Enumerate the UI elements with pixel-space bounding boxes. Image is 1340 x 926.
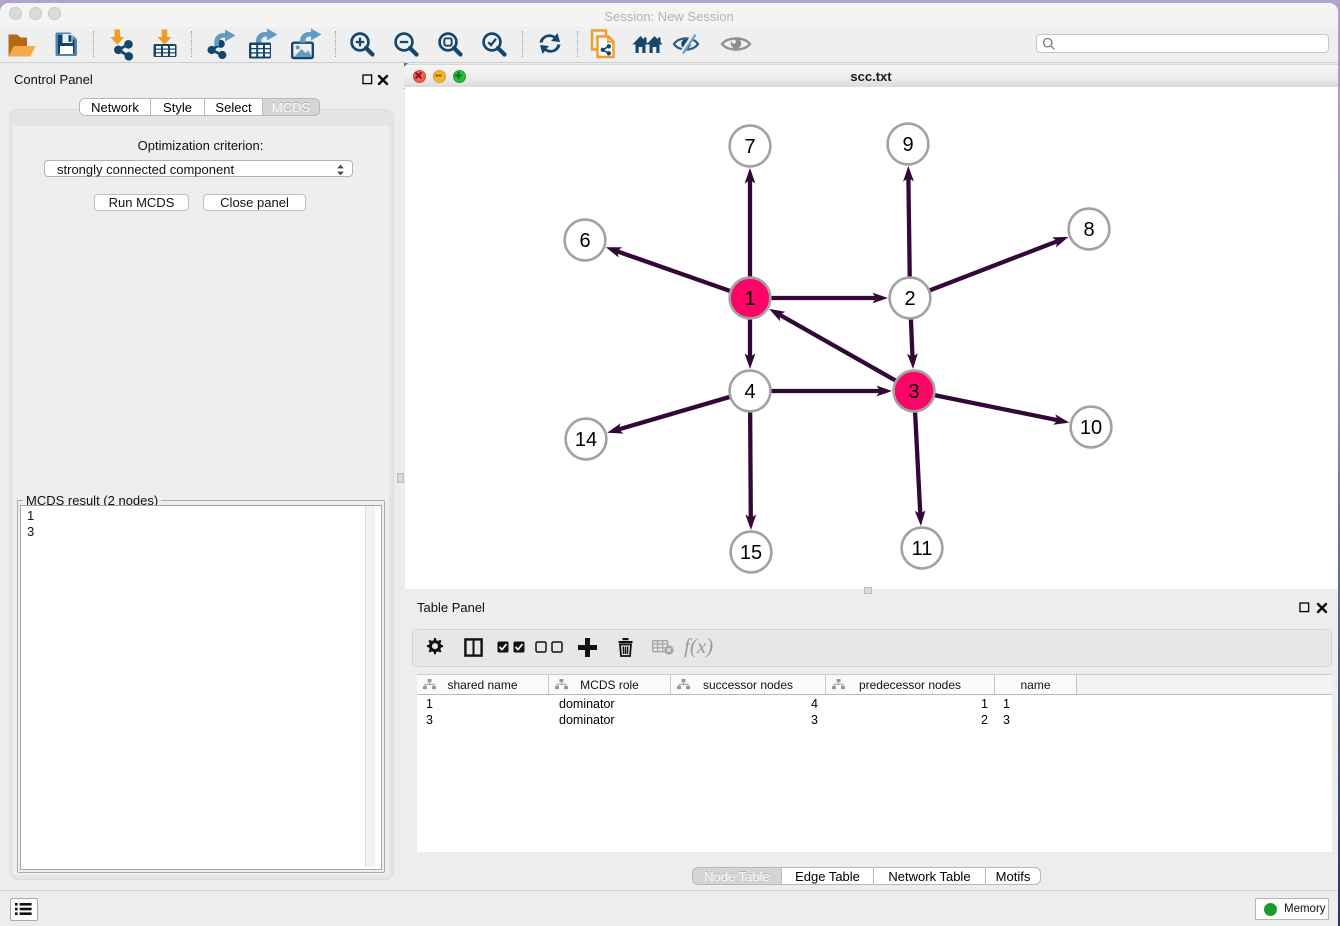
svg-text:15: 15 [740, 542, 762, 564]
svg-text:14: 14 [575, 429, 597, 451]
svg-text:7: 7 [744, 136, 755, 158]
svg-text:4: 4 [744, 381, 755, 403]
svg-text:9: 9 [902, 134, 913, 156]
svg-text:3: 3 [908, 381, 919, 403]
svg-text:2: 2 [904, 288, 915, 310]
svg-text:10: 10 [1080, 417, 1102, 439]
svg-text:11: 11 [912, 538, 933, 560]
svg-text:8: 8 [1083, 219, 1094, 241]
svg-text:1: 1 [744, 288, 755, 310]
svg-text:6: 6 [579, 230, 590, 252]
